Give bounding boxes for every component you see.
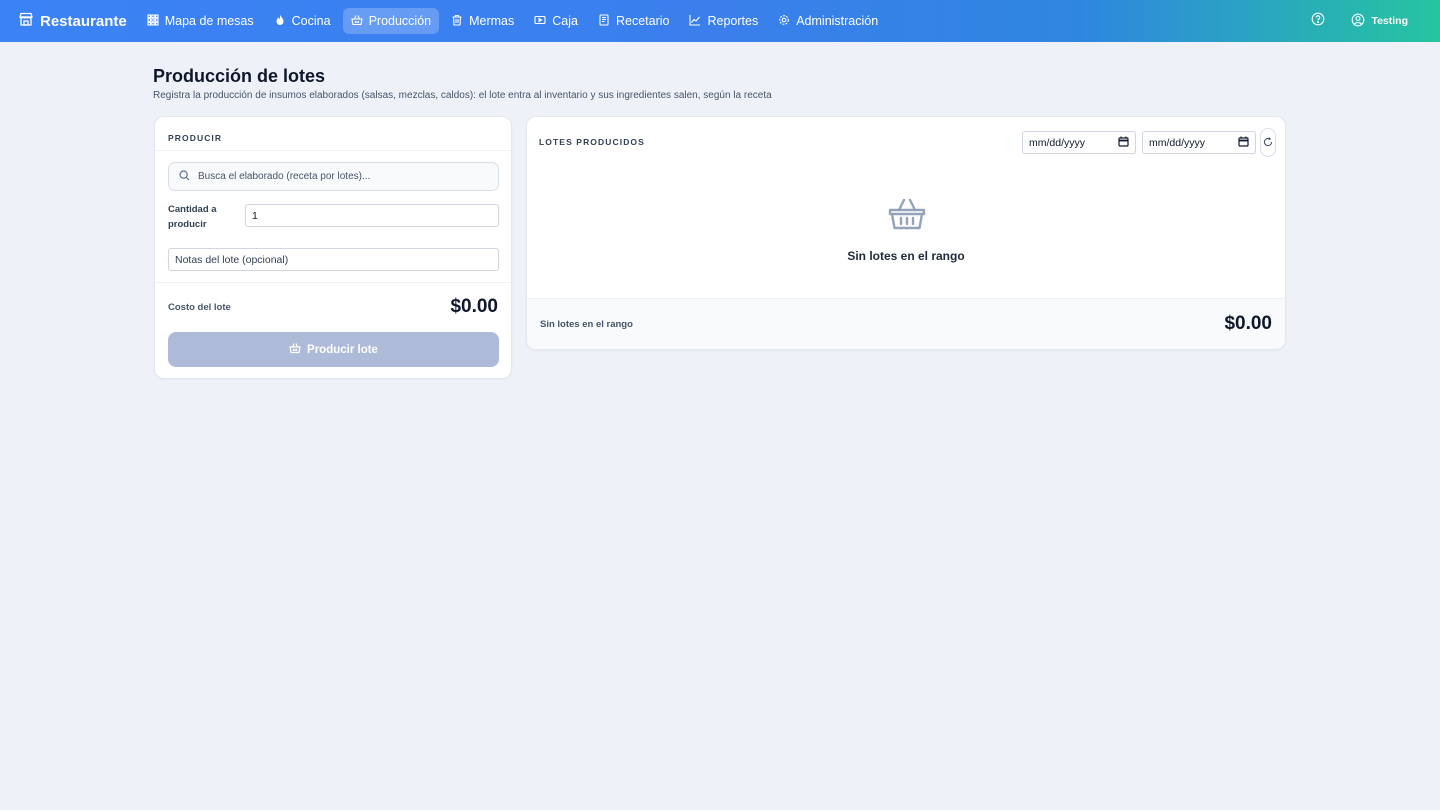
nav-item-mermas[interactable]: Mermas xyxy=(443,8,522,34)
nav-label: Mapa de mesas xyxy=(164,14,254,28)
gear-icon xyxy=(778,14,790,29)
nav-item-recetario[interactable]: Recetario xyxy=(590,8,678,34)
quantity-input[interactable] xyxy=(245,204,499,227)
user-menu[interactable]: Testing xyxy=(1351,13,1408,30)
batches-footer-total: $0.00 xyxy=(1224,313,1272,334)
nav-right-actions: Testing xyxy=(1311,12,1408,31)
top-navbar: Restaurante Mapa de mesas Cocina Producc… xyxy=(0,0,1440,42)
brand-logo[interactable]: Restaurante xyxy=(18,11,127,31)
quantity-label: Cantidad a producir xyxy=(168,204,217,230)
trash-icon xyxy=(451,14,463,29)
user-avatar-icon xyxy=(1351,13,1365,30)
produce-card: Producir Cantidad a producir Costo del l… xyxy=(154,116,512,379)
batch-cost-value: $0.00 xyxy=(450,296,498,317)
nav-label: Administración xyxy=(796,14,879,28)
help-button[interactable] xyxy=(1311,12,1325,31)
batch-cost-label: Costo del lote xyxy=(168,302,231,313)
recipe-search xyxy=(168,162,499,191)
cash-icon xyxy=(534,14,546,29)
nav-item-caja[interactable]: Caja xyxy=(526,8,586,34)
user-name: Testing xyxy=(1371,15,1408,27)
page-subtitle: Registra la producción de insumos elabor… xyxy=(153,90,772,101)
nav-item-cocina[interactable]: Cocina xyxy=(266,8,339,34)
empty-basket-icon xyxy=(888,197,926,231)
basket-icon xyxy=(350,14,363,29)
date-to-input[interactable]: mm/dd/yyyy xyxy=(1142,131,1256,154)
produce-card-header: Producir xyxy=(155,117,511,151)
batches-footer-text: Sin lotes en el rango xyxy=(540,319,633,330)
divider xyxy=(155,282,511,283)
nav-label: Cocina xyxy=(291,14,331,28)
recipe-search-input[interactable] xyxy=(198,171,488,182)
nav-label: Mermas xyxy=(469,14,515,28)
search-icon xyxy=(179,168,190,186)
batch-notes-input[interactable] xyxy=(168,248,499,271)
refresh-icon xyxy=(1263,134,1273,152)
nav-item-administracion[interactable]: Administración xyxy=(770,8,886,34)
batches-card: Lotes producidos mm/dd/yyyy mm/dd/yyyy S… xyxy=(526,116,1286,350)
date-from-input[interactable]: mm/dd/yyyy xyxy=(1022,131,1136,154)
nav-label: Producción xyxy=(368,14,432,28)
nav-item-reportes[interactable]: Reportes xyxy=(681,8,766,34)
store-icon xyxy=(18,11,34,31)
produce-batch-button[interactable]: Producir lote xyxy=(168,332,499,367)
empty-state-text: Sin lotes en el rango xyxy=(847,249,965,263)
batches-section-label: Lotes producidos xyxy=(539,137,645,147)
nav-label: Reportes xyxy=(707,14,759,28)
flame-icon xyxy=(274,14,286,29)
help-icon xyxy=(1311,12,1325,31)
brand-name: Restaurante xyxy=(40,12,127,30)
chart-icon xyxy=(689,14,701,29)
book-icon xyxy=(598,13,610,29)
produce-batch-label: Producir lote xyxy=(307,343,378,356)
calendar-icon xyxy=(1118,136,1129,150)
batches-footer: Sin lotes en el rango $0.00 xyxy=(527,298,1285,349)
nav-item-mapa-de-mesas[interactable]: Mapa de mesas xyxy=(139,8,262,34)
produce-section-label: Producir xyxy=(168,133,223,143)
date-from-placeholder: mm/dd/yyyy xyxy=(1029,136,1086,149)
date-to-placeholder: mm/dd/yyyy xyxy=(1149,136,1206,149)
basket-icon xyxy=(289,342,301,357)
calendar-icon xyxy=(1238,136,1249,150)
nav-label: Caja xyxy=(552,14,578,28)
nav-label: Recetario xyxy=(615,14,670,28)
grid-icon xyxy=(147,13,159,29)
nav-item-produccion[interactable]: Producción xyxy=(342,8,440,34)
refresh-button[interactable] xyxy=(1260,128,1276,157)
main-nav: Mapa de mesas Cocina Producción Mermas C… xyxy=(139,8,887,34)
page-title: Producción de lotes xyxy=(153,66,326,86)
